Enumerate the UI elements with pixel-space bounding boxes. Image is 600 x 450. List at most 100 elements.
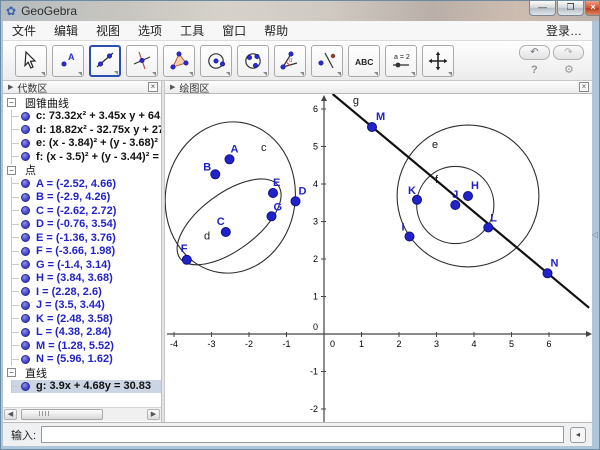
point-D[interactable] <box>291 197 300 206</box>
tree-item[interactable]: N = (5.96, 1.62) <box>12 353 161 367</box>
maximize-button[interactable]: ❐ <box>557 1 584 16</box>
tree-item[interactable]: B = (-2.9, 4.26) <box>12 191 161 205</box>
minimize-button[interactable]: — <box>529 1 556 16</box>
tool-dropdown-arrow-icon[interactable] <box>189 72 193 76</box>
graphics-canvas[interactable]: -4-3-2-1123456654321-1-200cdefgABCDEFGHI… <box>165 94 592 422</box>
text-tool-button[interactable]: ABC <box>348 45 380 77</box>
point-I[interactable] <box>405 232 414 241</box>
perpendicular-line-tool-button[interactable] <box>126 45 158 77</box>
menu-item-0[interactable]: 文件 <box>3 20 45 41</box>
point-A[interactable] <box>225 155 234 164</box>
tool-dropdown-arrow-icon[interactable] <box>114 71 118 75</box>
visibility-marble-icon[interactable] <box>21 328 30 337</box>
scroll-left-icon[interactable]: ◀ <box>4 409 17 420</box>
tree-item[interactable]: I = (2.28, 2.6) <box>12 285 161 299</box>
scroll-right-icon[interactable]: ▶ <box>147 409 160 420</box>
tree-item[interactable]: C = (-2.62, 2.72) <box>12 204 161 218</box>
tree-item[interactable]: g: 3.9x + 4.68y = 30.83 <box>12 380 161 394</box>
tool-dropdown-arrow-icon[interactable] <box>448 72 452 76</box>
tree-item[interactable]: M = (1.28, 5.52) <box>12 339 161 353</box>
menu-item-5[interactable]: 窗口 <box>213 20 255 41</box>
visibility-marble-icon[interactable] <box>21 260 30 269</box>
tree-group-1[interactable]: −点 <box>3 164 161 178</box>
tool-dropdown-arrow-icon[interactable] <box>152 72 156 76</box>
angle-tool-button[interactable]: α <box>274 45 306 77</box>
panel-menu-arrow-icon[interactable]: ▶ <box>8 83 13 91</box>
input-help-toggle-icon[interactable]: ◂ <box>570 427 586 443</box>
tree-item[interactable]: L = (4.38, 2.84) <box>12 326 161 340</box>
algebra-hscrollbar[interactable]: ◀ ▶ <box>3 407 161 421</box>
menu-item-3[interactable]: 选项 <box>129 20 171 41</box>
scrollbar-thumb[interactable] <box>21 409 103 420</box>
tree-item[interactable]: G = (-1.4, 3.14) <box>12 258 161 272</box>
graphics-close-icon[interactable]: × <box>579 82 589 92</box>
algebra-close-icon[interactable]: × <box>148 82 158 92</box>
command-input[interactable] <box>41 426 564 443</box>
visibility-marble-icon[interactable] <box>21 112 30 121</box>
point-N[interactable] <box>543 269 552 278</box>
collapse-minus-icon[interactable]: − <box>7 166 16 175</box>
visibility-marble-icon[interactable] <box>21 274 30 283</box>
visibility-marble-icon[interactable] <box>21 301 30 310</box>
visibility-marble-icon[interactable] <box>21 382 30 391</box>
redo-button[interactable]: ↷ <box>553 45 584 60</box>
polygon-tool-button[interactable] <box>163 45 195 77</box>
panel-menu-arrow-icon[interactable]: ▶ <box>170 83 175 91</box>
point-B[interactable] <box>211 170 220 179</box>
sidebar-collapse-arrow-icon[interactable]: ◁ <box>592 230 598 239</box>
move-tool-button[interactable] <box>15 45 47 77</box>
point-H[interactable] <box>464 192 473 201</box>
visibility-marble-icon[interactable] <box>21 341 30 350</box>
point-F[interactable] <box>182 255 191 264</box>
visibility-marble-icon[interactable] <box>21 287 30 296</box>
visibility-marble-icon[interactable] <box>21 206 30 215</box>
tool-dropdown-arrow-icon[interactable] <box>374 72 378 76</box>
visibility-marble-icon[interactable] <box>21 139 30 148</box>
tool-dropdown-arrow-icon[interactable] <box>300 72 304 76</box>
help-icon[interactable]: ? <box>531 64 538 76</box>
tree-item[interactable]: K = (2.48, 3.58) <box>12 312 161 326</box>
tool-dropdown-arrow-icon[interactable] <box>411 72 415 76</box>
tree-item[interactable]: E = (-1.36, 3.76) <box>12 231 161 245</box>
undo-button[interactable]: ↶ <box>519 45 550 60</box>
line-tool-button[interactable] <box>89 45 121 77</box>
tool-dropdown-arrow-icon[interactable] <box>263 72 267 76</box>
menu-item-4[interactable]: 工具 <box>171 20 213 41</box>
gear-icon[interactable]: ⚙ <box>564 63 574 76</box>
visibility-marble-icon[interactable] <box>21 220 30 229</box>
visibility-marble-icon[interactable] <box>21 179 30 188</box>
title-bar[interactable]: ✿ GeoGebra — ❐ × <box>1 1 600 21</box>
visibility-marble-icon[interactable] <box>21 355 30 364</box>
menu-item-1[interactable]: 编辑 <box>45 20 87 41</box>
menu-item-6[interactable]: 帮助 <box>255 20 297 41</box>
reflect-tool-button[interactable] <box>311 45 343 77</box>
collapse-minus-icon[interactable]: − <box>7 368 16 377</box>
visibility-marble-icon[interactable] <box>21 152 30 161</box>
point-J[interactable] <box>451 201 460 210</box>
tree-item[interactable]: d: 18.82x² - 32.75x y + 27.31y² = 21 <box>12 123 161 137</box>
visibility-marble-icon[interactable] <box>21 125 30 134</box>
conic-five-points-tool-button[interactable] <box>237 45 269 77</box>
point-E[interactable] <box>269 189 278 198</box>
tree-item[interactable]: J = (3.5, 3.44) <box>12 299 161 313</box>
tree-item[interactable]: D = (-0.76, 3.54) <box>12 218 161 232</box>
move-view-tool-button[interactable] <box>422 45 454 77</box>
point-M[interactable] <box>368 123 377 132</box>
menu-item-2[interactable]: 视图 <box>87 20 129 41</box>
tree-item[interactable]: e: (x - 3.84)² + (y - 3.68)² = 3.58 <box>12 137 161 151</box>
tree-group-2[interactable]: −直线 <box>3 366 161 380</box>
tool-dropdown-arrow-icon[interactable] <box>78 72 82 76</box>
tree-item[interactable]: c: 73.32x² + 3.45x y + 64.15y² = 33 <box>12 110 161 124</box>
visibility-marble-icon[interactable] <box>21 247 30 256</box>
tool-dropdown-arrow-icon[interactable] <box>41 72 45 76</box>
login-button[interactable]: 登录… <box>536 20 592 41</box>
tree-item[interactable]: f: (x - 3.5)² + (y - 3.44)² = 1.06 <box>12 150 161 164</box>
point-C[interactable] <box>221 228 230 237</box>
collapse-minus-icon[interactable]: − <box>7 98 16 107</box>
visibility-marble-icon[interactable] <box>21 314 30 323</box>
visibility-marble-icon[interactable] <box>21 233 30 242</box>
tree-item[interactable]: F = (-3.66, 1.98) <box>12 245 161 259</box>
slider-tool-button[interactable]: a = 2 <box>385 45 417 77</box>
tree-item[interactable]: H = (3.84, 3.68) <box>12 272 161 286</box>
tool-dropdown-arrow-icon[interactable] <box>226 72 230 76</box>
